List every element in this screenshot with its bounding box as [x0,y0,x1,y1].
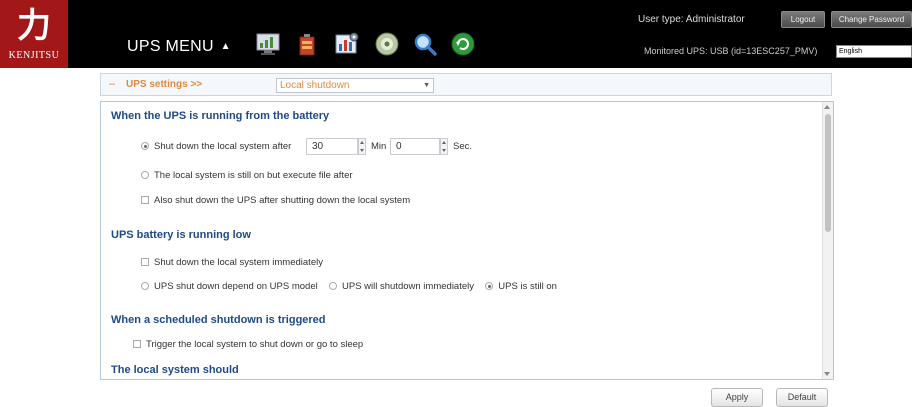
chevron-down-icon: ▼ [423,82,430,89]
section-title-battery-low: UPS battery is running low [111,229,251,241]
page-select-value: Local shutdown [280,80,350,91]
will-shutdown-label: UPS will shutdown immediately [342,281,474,292]
collapse-dash-icon[interactable]: – [109,78,115,90]
breadcrumb-bar: – UPS settings >> Local shutdown ▼ [100,73,832,96]
minutes-input[interactable]: 30 [306,138,358,155]
shutdown-immediately-option[interactable]: Shut down the local system immediately [141,257,323,268]
min-label: Min [371,141,387,152]
refresh-icon[interactable] [450,31,476,57]
top-header: 力 KENJITSU UPS MENU ▲ User type: Adminis… [0,0,912,68]
trigger-sleep-label: Trigger the local system to shut down or… [146,339,364,350]
default-button[interactable]: Default [776,388,828,407]
battery-icon[interactable] [294,31,320,57]
settings-panel: When the UPS is running from the battery… [100,101,834,380]
execute-file-option[interactable]: The local system is still on but execute… [141,170,353,181]
monitor-chart-icon[interactable] [255,31,281,57]
trigger-sleep-option[interactable]: Trigger the local system to shut down or… [133,339,363,350]
user-type-label: User type: Administrator [638,14,745,25]
radio-execute-file[interactable] [141,171,149,179]
scroll-down-icon[interactable] [824,372,830,376]
apply-button[interactable]: Apply [711,388,763,407]
radio-still-on[interactable] [485,282,494,290]
ups-menu-toggle[interactable]: UPS MENU ▲ [127,38,231,56]
magnifier-icon[interactable] [412,31,438,57]
logo-glyph: 力 [17,6,51,46]
seconds-input[interactable]: 0 [390,138,440,155]
sec-label: Sec. [453,141,473,152]
scroll-up-icon[interactable] [824,105,830,109]
checkbox-shutdown-immediately[interactable] [141,258,149,266]
shutdown-after-option[interactable]: Shut down the local system after [141,141,291,152]
shutdown-immediately-label: Shut down the local system immediately [154,257,323,268]
logo-text: KENJITSU [8,50,60,61]
checkbox-also-shutdown-ups[interactable] [141,196,149,204]
section-title-local-system: The local system should [111,364,239,376]
section-title-battery: When the UPS is running from the battery [111,110,330,122]
menu-arrow-icon: ▲ [220,41,231,52]
also-shutdown-ups-option[interactable]: Also shut down the UPS after shutting do… [141,195,410,206]
section-title-scheduled: When a scheduled shutdown is triggered [111,314,326,326]
seconds-stepper[interactable] [440,138,448,155]
radio-depend-model[interactable] [141,282,149,290]
execute-file-label: The local system is still on but execute… [154,170,353,181]
shutdown-after-label: Shut down the local system after [154,141,292,152]
ups-shutdown-mode-group: UPS shut down depend on UPS model UPS wi… [141,281,557,292]
scroll-thumb[interactable] [825,114,831,232]
brand-logo: 力 KENJITSU [0,0,68,68]
language-select[interactable]: English [836,45,912,58]
depend-model-label: UPS shut down depend on UPS model [154,281,318,292]
also-shutdown-ups-label: Also shut down the UPS after shutting do… [154,195,411,206]
breadcrumb: UPS settings >> [126,79,203,90]
page-select[interactable]: Local shutdown ▼ [276,78,434,93]
radio-shutdown-after[interactable] [141,142,149,150]
ups-menu-title: UPS MENU [127,38,214,55]
still-on-label: UPS is still on [498,281,557,292]
scrollbar[interactable] [822,102,833,379]
logout-button[interactable]: Logout [781,11,825,28]
change-password-button[interactable]: Change Password [831,11,912,28]
radio-will-shutdown[interactable] [329,282,337,290]
monitored-ups-label: Monitored UPS: USB (id=13ESC257_PMV) [644,46,818,56]
cd-disc-icon[interactable] [374,31,400,57]
checkbox-trigger-sleep[interactable] [133,340,141,348]
settings-chart-icon[interactable] [334,31,360,57]
minutes-stepper[interactable] [358,138,366,155]
